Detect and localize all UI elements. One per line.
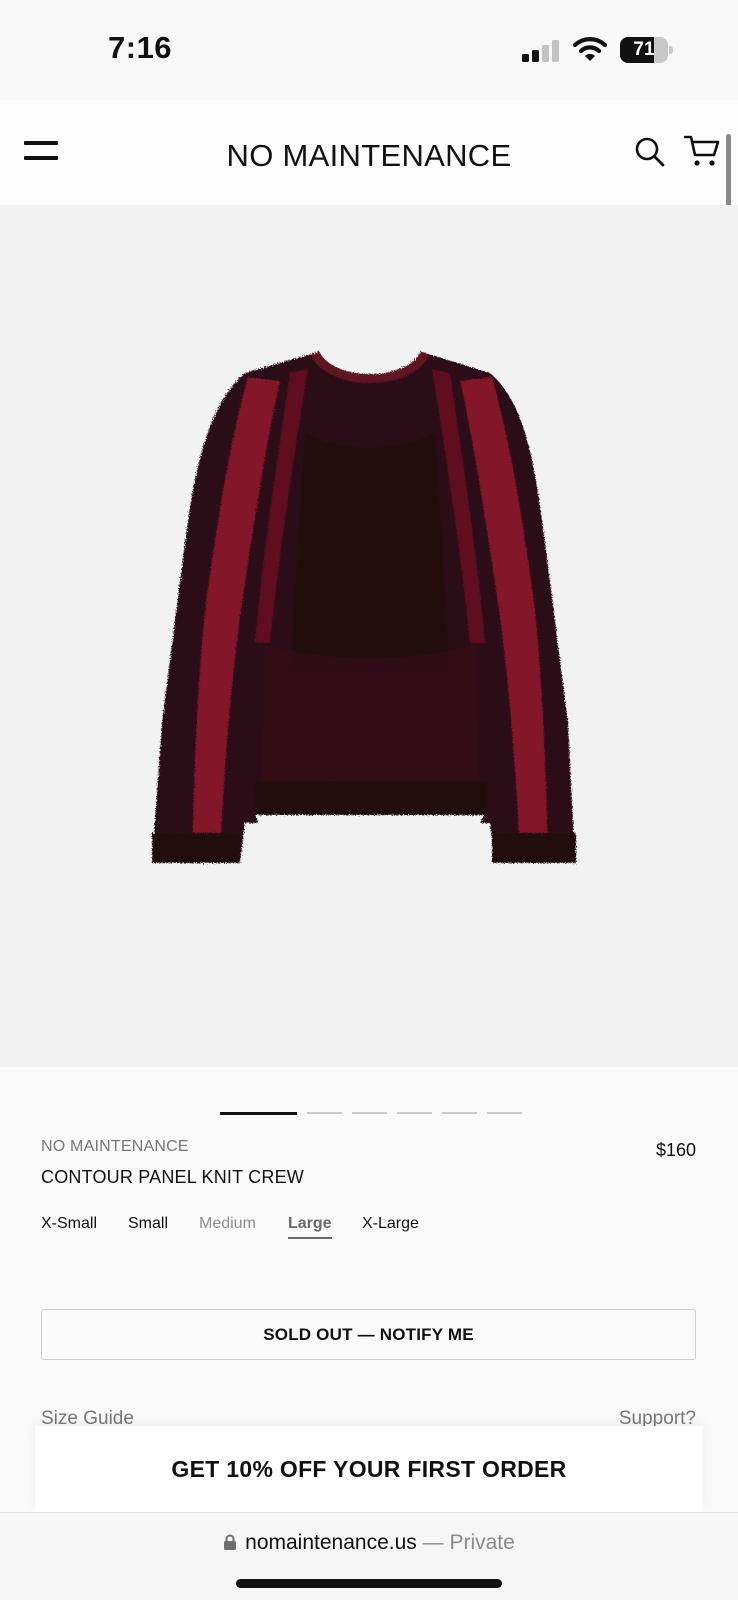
size-option-x-large[interactable]: X-Large [362, 1215, 419, 1237]
battery-indicator: 71 [620, 37, 673, 63]
search-icon[interactable] [634, 136, 666, 168]
cellular-signal-icon [522, 40, 559, 62]
battery-icon: 71 [620, 37, 668, 63]
status-time: 7:16 [108, 30, 173, 65]
private-mode-label: — Private [422, 1531, 515, 1554]
product-image[interactable] [0, 205, 738, 1067]
site-logo[interactable]: NO MAINTENANCE [0, 138, 738, 174]
size-option-small[interactable]: Small [128, 1215, 168, 1237]
url-domain: nomaintenance.us [245, 1531, 417, 1554]
product-price: $160 [655, 1140, 696, 1160]
sweater-image [152, 350, 576, 863]
product-name: CONTOUR PANEL KNIT CREW [41, 1167, 304, 1187]
carousel-dot[interactable] [442, 1112, 477, 1114]
lock-icon [224, 1534, 237, 1550]
carousel-dot[interactable] [397, 1112, 432, 1114]
promo-banner[interactable]: GET 10% OFF YOUR FIRST ORDER [35, 1426, 703, 1512]
cart-icon[interactable] [684, 134, 720, 168]
battery-cap [669, 46, 673, 54]
image-carousel-indicator[interactable] [0, 1112, 738, 1116]
size-option-large[interactable]: Large [288, 1215, 332, 1239]
browser-address-bar[interactable]: nomaintenance.us — Private [0, 1512, 738, 1600]
product-brand[interactable]: NO MAINTENANCE [41, 1138, 189, 1156]
carousel-dot[interactable] [487, 1112, 522, 1114]
wifi-icon [573, 37, 607, 61]
promo-text: GET 10% OFF YOUR FIRST ORDER [171, 1456, 567, 1482]
battery-percentage: 71 [633, 39, 655, 60]
site-header: NO MAINTENANCE [0, 100, 738, 205]
status-bar: 7:16 71 [0, 0, 738, 100]
size-option-x-small[interactable]: X-Small [41, 1215, 97, 1237]
size-option-medium[interactable]: Medium [199, 1215, 256, 1237]
carousel-dot[interactable] [352, 1112, 387, 1114]
notify-me-button[interactable]: SOLD OUT — NOTIFY ME [41, 1309, 696, 1360]
url-display[interactable]: nomaintenance.us — Private [0, 1531, 738, 1555]
carousel-dot[interactable] [220, 1112, 297, 1115]
home-indicator[interactable] [236, 1579, 502, 1588]
carousel-dot[interactable] [307, 1112, 342, 1114]
